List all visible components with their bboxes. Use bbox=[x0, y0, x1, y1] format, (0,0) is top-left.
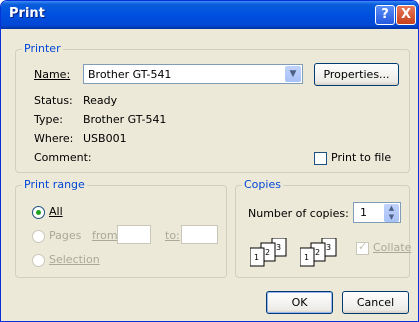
to-page-input[interactable] bbox=[181, 225, 218, 244]
checkmark-icon: ✓ bbox=[358, 240, 368, 253]
comment-label: Comment: bbox=[34, 151, 92, 164]
radio-selected-dot bbox=[36, 210, 41, 215]
copies-value: 1 bbox=[360, 206, 367, 219]
selection-label[interactable]: Selection bbox=[49, 253, 100, 266]
status-label: Status: bbox=[34, 94, 73, 107]
collate-page-1a: 1 bbox=[254, 253, 259, 262]
collate-pages-icon: 3 2 1 bbox=[300, 238, 337, 267]
collate-page-3b: 3 bbox=[326, 243, 331, 252]
cancel-button[interactable]: Cancel bbox=[342, 291, 409, 314]
type-value: Brother GT-541 bbox=[83, 113, 167, 126]
pages-radio[interactable] bbox=[32, 230, 45, 243]
collate-page-3a: 3 bbox=[276, 243, 281, 252]
printer-name-value: Brother GT-541 bbox=[88, 68, 172, 81]
ok-button[interactable]: OK bbox=[266, 291, 333, 314]
help-icon[interactable]: ? bbox=[375, 5, 395, 25]
copies-legend: Copies bbox=[242, 178, 283, 191]
print-to-file-checkbox[interactable] bbox=[314, 152, 327, 165]
collate-pages-icon: 3 2 1 bbox=[250, 238, 287, 267]
printer-name-label: Name: bbox=[34, 68, 71, 81]
to-label: to: bbox=[165, 229, 180, 242]
from-page-input[interactable] bbox=[117, 225, 151, 244]
print-range-legend: Print range bbox=[22, 178, 87, 191]
print-dialog: Print ? X Printer Name: Brother GT-541 ▼… bbox=[0, 0, 419, 322]
collate-checkbox[interactable]: ✓ bbox=[356, 240, 369, 255]
collate-page-1b: 1 bbox=[304, 253, 309, 262]
chevron-down-icon[interactable]: ▼ bbox=[285, 66, 301, 82]
selection-radio[interactable] bbox=[32, 254, 45, 267]
all-radio[interactable] bbox=[32, 206, 45, 219]
where-value: USB001 bbox=[83, 132, 127, 145]
pages-label[interactable]: Pages bbox=[49, 229, 81, 242]
spin-arrows-icon[interactable]: ▲ ▼ bbox=[384, 204, 399, 222]
type-label: Type: bbox=[34, 113, 63, 126]
collate-label[interactable]: Collate bbox=[373, 241, 411, 254]
status-value: Ready bbox=[83, 94, 118, 107]
close-icon[interactable]: X bbox=[396, 5, 416, 25]
printer-group-legend: Printer bbox=[22, 42, 63, 55]
copies-spinner[interactable]: 1 ▲ ▼ bbox=[353, 202, 401, 223]
where-label: Where: bbox=[34, 132, 74, 145]
print-to-file-label[interactable]: Print to file bbox=[331, 151, 391, 164]
number-of-copies-label: Number of copies: bbox=[248, 207, 349, 220]
window-title: Print bbox=[9, 6, 45, 21]
collate-page-2a: 2 bbox=[265, 248, 270, 257]
all-label[interactable]: All bbox=[49, 205, 63, 218]
title-bar[interactable]: Print ? X bbox=[1, 1, 418, 29]
printer-name-select[interactable]: Brother GT-541 ▼ bbox=[83, 64, 303, 84]
collate-page-2b: 2 bbox=[315, 248, 320, 257]
properties-button[interactable]: Properties... bbox=[314, 63, 399, 86]
